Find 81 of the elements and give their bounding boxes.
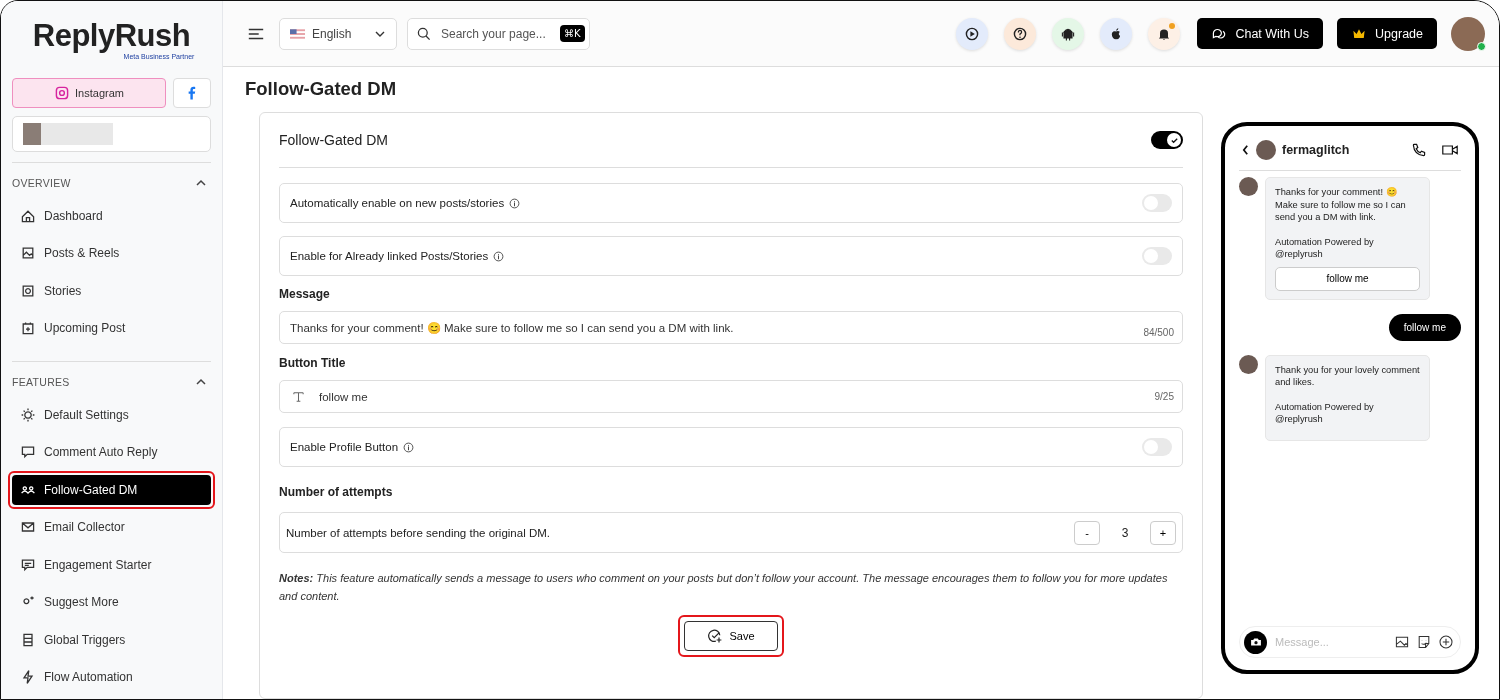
apple-icon[interactable]: [1100, 17, 1133, 50]
search-field[interactable]: Search your page... ⌘K: [407, 17, 590, 50]
info-icon[interactable]: [509, 197, 521, 209]
nav-item[interactable]: Follow-Gated DM: [12, 475, 211, 505]
phone-icon[interactable]: [1411, 142, 1427, 158]
image-icon[interactable]: [1394, 634, 1410, 650]
back-icon[interactable]: [1241, 144, 1250, 156]
check-icon: [1169, 135, 1179, 145]
sticker-icon[interactable]: [1416, 634, 1432, 650]
nav-icon: [20, 631, 36, 648]
nav-icon: [20, 406, 36, 423]
nav-item[interactable]: Email Collector: [12, 512, 211, 542]
notification-button[interactable]: [1148, 17, 1181, 50]
notes-text: Notes: This feature automatically sends a message to users who comment on your posts but don’t follow your account. The message encourages them to follow you for more updates and content.: [279, 571, 1169, 604]
field-value: follow me: [319, 390, 368, 403]
field-label: Number of attempts: [279, 485, 394, 499]
save-button[interactable]: Save: [684, 621, 778, 651]
instagram-tab[interactable]: Instagram: [12, 78, 166, 108]
increment-button[interactable]: +: [1150, 520, 1176, 545]
nav-item[interactable]: Engagement Starter: [12, 550, 211, 580]
message-text: Thanks for your comment! 😊 Make sure to follow me so I can send you a DM with link.: [1275, 186, 1407, 224]
chat-button[interactable]: Chat With Us: [1197, 18, 1324, 49]
facebook-tab[interactable]: [173, 78, 211, 108]
nav-item[interactable]: Default Settings: [12, 400, 211, 430]
help-icon[interactable]: [1004, 17, 1037, 50]
message-field[interactable]: Thanks for your comment! 😊 Make sure to follow me so I can send you a DM with link. 84/500: [279, 311, 1183, 344]
card-title: Follow-Gated DM: [279, 132, 388, 148]
info-icon[interactable]: [403, 441, 415, 453]
toggle-switch[interactable]: [1151, 131, 1183, 149]
avatar[interactable]: [1451, 16, 1485, 51]
field-value: Thanks for your comment! 😊 Make sure to follow me so I can send you a DM with link.: [290, 320, 734, 335]
setting-label: Automatically enable on new posts/stories: [290, 197, 505, 209]
setting-label: Number of attempts before sending the original DM.: [286, 526, 550, 539]
language-select[interactable]: English: [279, 17, 397, 50]
button-title-field[interactable]: follow me 9/25: [279, 380, 1183, 413]
avatar: [1239, 177, 1258, 196]
instagram-icon: [54, 85, 71, 101]
info-icon[interactable]: [493, 250, 505, 262]
nav-icon: [20, 669, 36, 686]
upgrade-button[interactable]: Upgrade: [1337, 18, 1437, 49]
search-icon: [416, 25, 432, 42]
video-camera-icon[interactable]: [1441, 142, 1459, 158]
character-count: 84/500: [1143, 327, 1174, 338]
add-icon[interactable]: [1438, 634, 1454, 650]
account-selector[interactable]: [12, 116, 211, 152]
android-icon[interactable]: [1052, 17, 1085, 50]
setting-label: Enable for Already linked Posts/Stories: [290, 250, 489, 262]
camera-icon[interactable]: [1244, 630, 1267, 654]
message-footer: Automation Powered by @replyrush: [1275, 235, 1420, 261]
logo-text: ReplyRush: [32, 19, 191, 53]
nav-item[interactable]: Global Triggers: [12, 625, 211, 655]
section-title: FEATURES: [12, 376, 70, 388]
search-input[interactable]: Search your page...: [439, 25, 553, 42]
nav-icon: [20, 444, 36, 461]
follow-button[interactable]: follow me: [1275, 266, 1420, 291]
message-text: Thank you for your lovely comment and likes.: [1275, 363, 1420, 389]
username: fermaglitch: [1282, 143, 1350, 157]
section-title: OVERVIEW: [12, 177, 71, 189]
nav-icon: [20, 320, 36, 337]
play-icon[interactable]: [956, 17, 989, 50]
setting-label: Enable Profile Button: [290, 441, 399, 453]
field-label: Button Title: [279, 356, 347, 370]
flag-icon: [290, 28, 305, 39]
nav-item[interactable]: Comment Auto Reply: [12, 437, 211, 467]
text-icon: [292, 390, 305, 403]
page-title: Follow-Gated DM: [245, 78, 398, 100]
shortcut-key: ⌘K: [560, 25, 585, 42]
nav-item[interactable]: Posts & Reels: [12, 238, 211, 268]
nav-item[interactable]: Upcoming Post: [12, 313, 211, 343]
nav-item[interactable]: Dashboard: [12, 201, 211, 231]
character-count: 9/25: [1154, 391, 1174, 402]
stepper-value: 3: [1120, 525, 1130, 540]
message-footer: Automation Powered by @replyrush: [1275, 400, 1420, 426]
nav-item[interactable]: Stories: [12, 276, 211, 306]
nav-item[interactable]: Flow Automation: [12, 662, 211, 692]
sent-message: follow me: [1388, 313, 1461, 341]
nav-item[interactable]: Suggest More: [12, 587, 211, 617]
decrement-button[interactable]: -: [1074, 520, 1100, 545]
field-label: Message: [279, 287, 331, 301]
avatar: [1239, 354, 1258, 374]
avatar: [1256, 140, 1276, 160]
